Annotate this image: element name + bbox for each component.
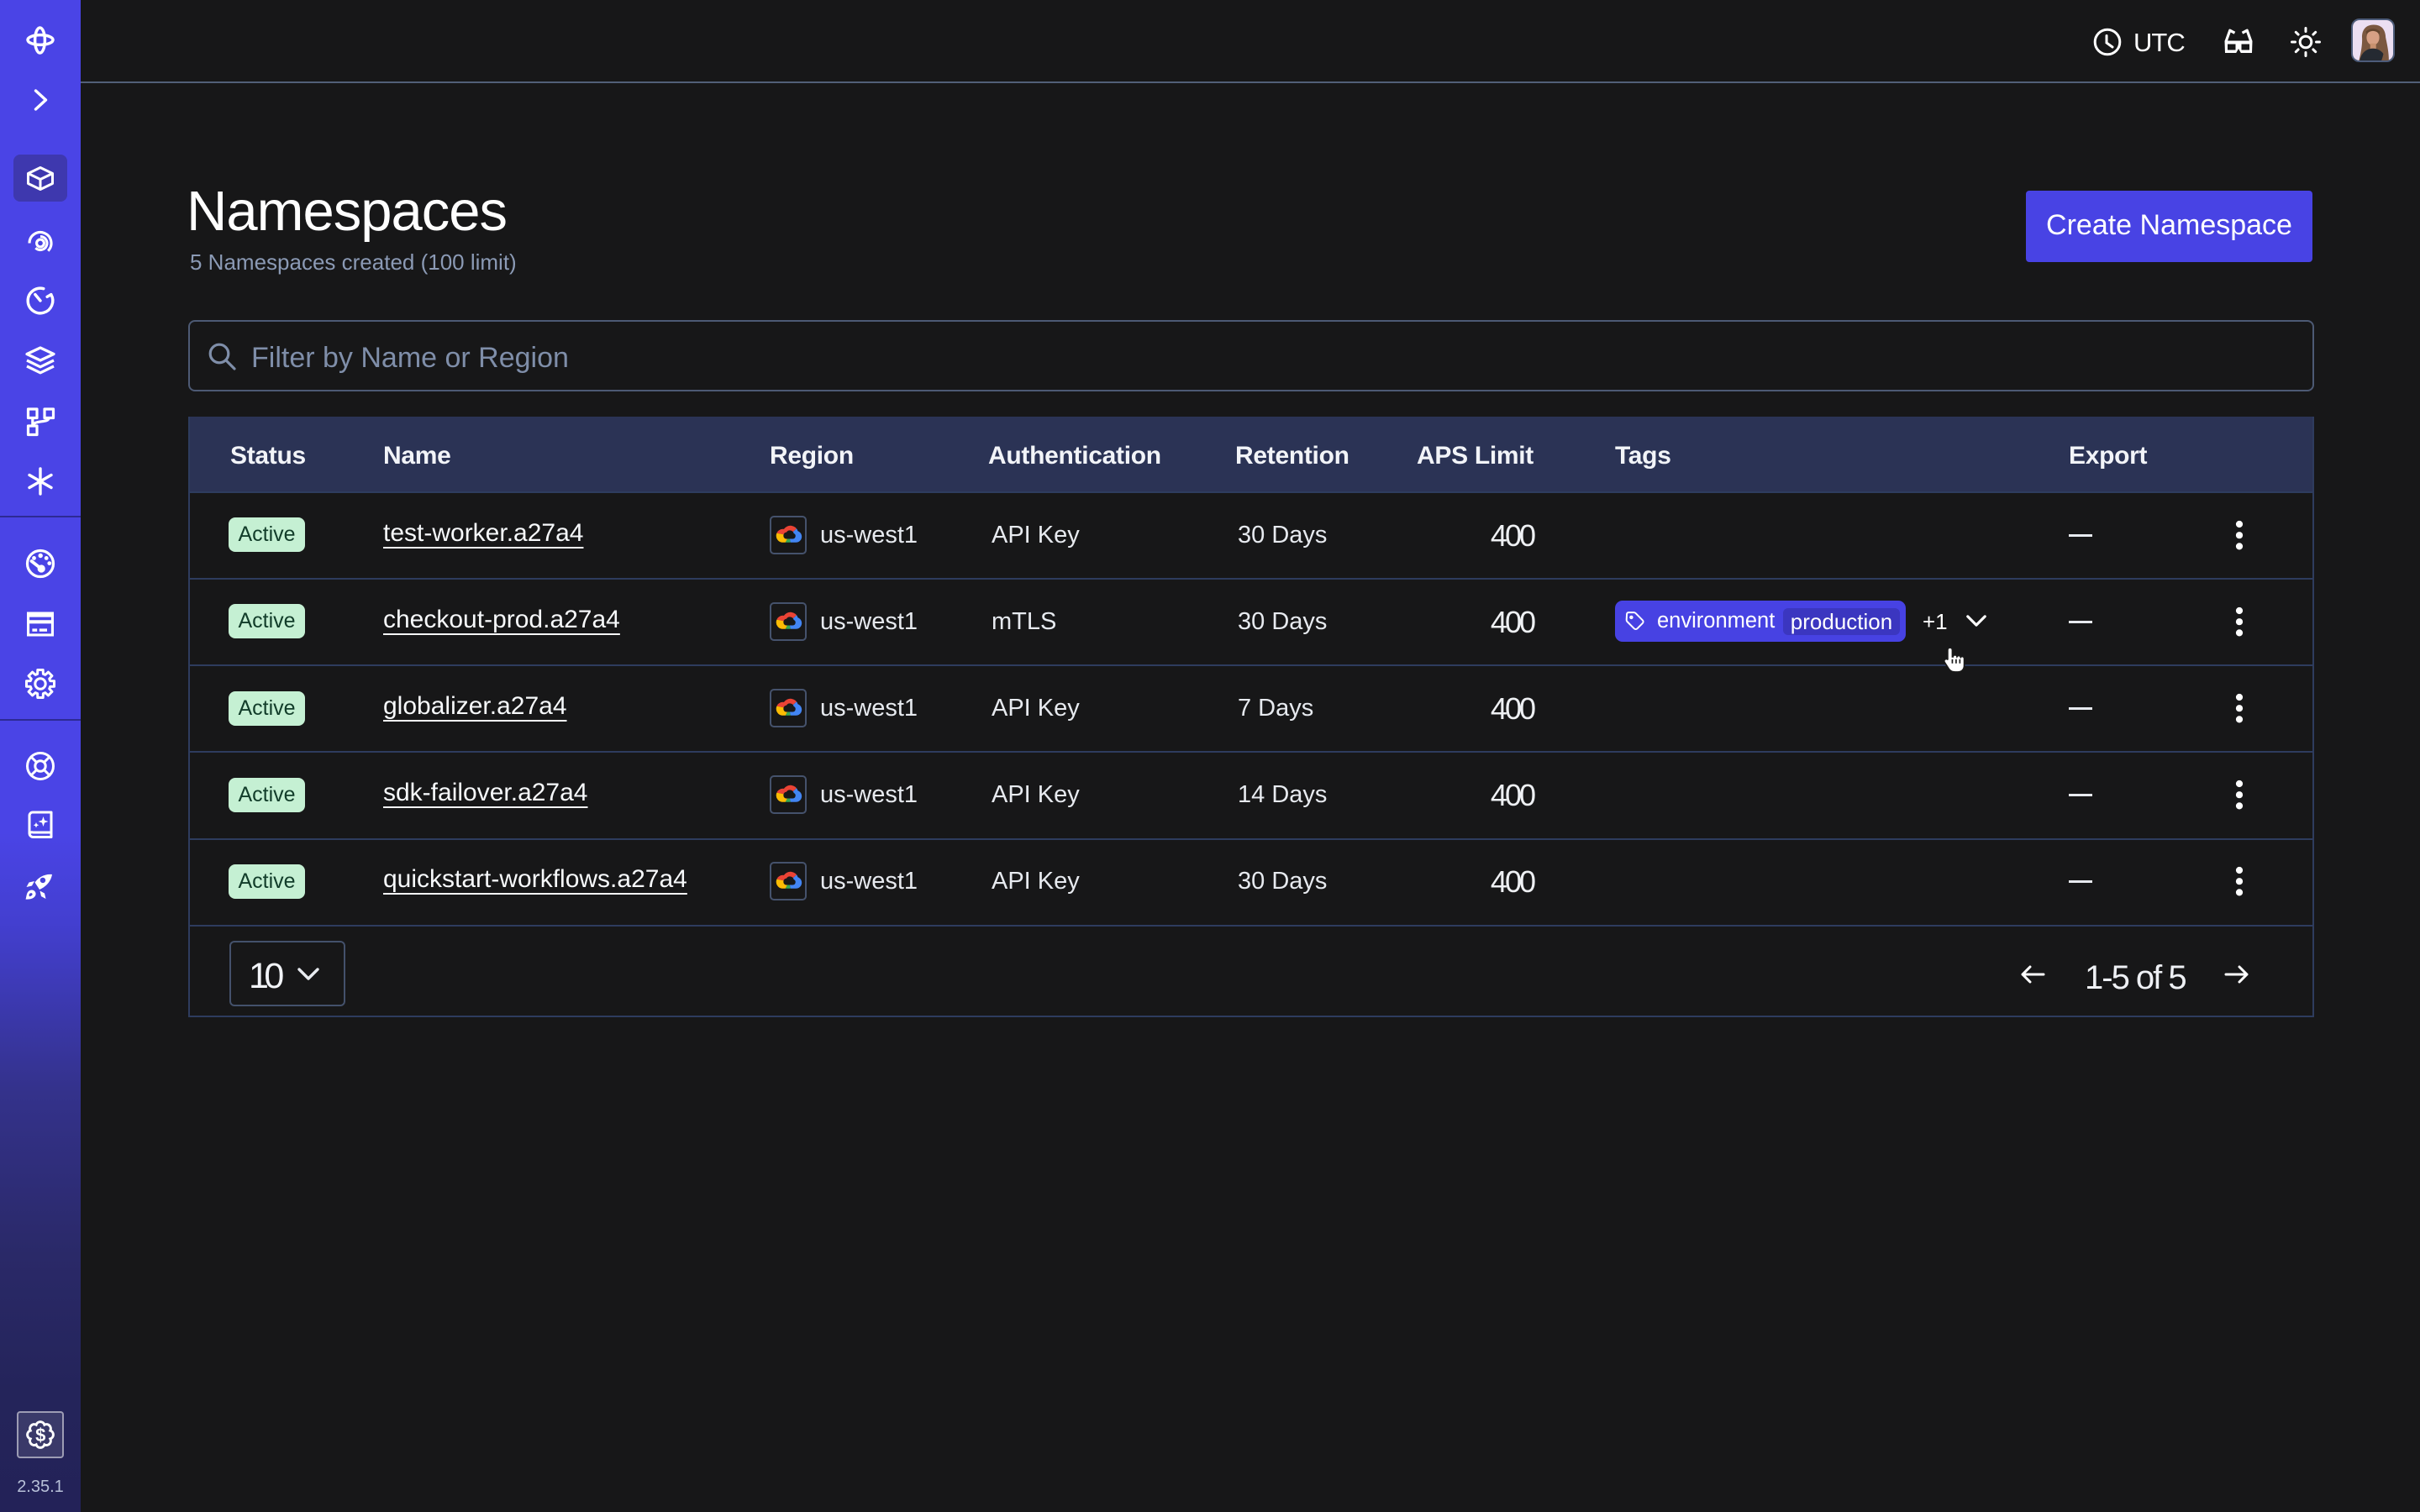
svg-text:$: $	[35, 1425, 45, 1446]
